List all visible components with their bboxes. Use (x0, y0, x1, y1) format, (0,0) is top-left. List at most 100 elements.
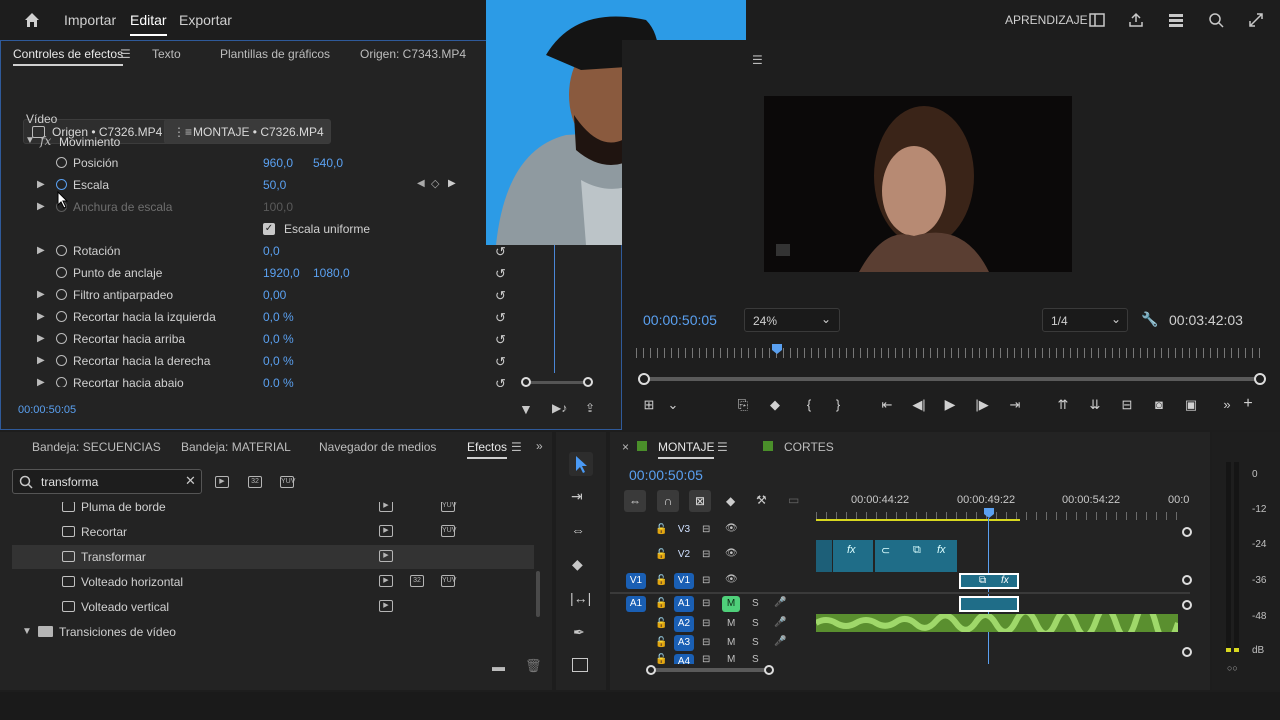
source-patch-a1[interactable]: A1 (626, 596, 646, 612)
lift-clip-icon[interactable]: ⇈ (1054, 397, 1072, 413)
param-value[interactable]: 0,0 % (263, 332, 294, 346)
reset-icon[interactable]: ↺ (495, 244, 506, 260)
tab-bin-material[interactable]: Bandeja: MATERIAL (181, 440, 291, 454)
timeline-zoom-bar[interactable] (646, 665, 776, 675)
lock-icon[interactable]: 🔓 (655, 575, 667, 586)
safe-margins-icon[interactable]: ⊞ (640, 397, 658, 413)
param-value-x[interactable]: 960,0 (263, 156, 293, 170)
reset-icon[interactable]: ↺ (495, 288, 506, 304)
fullscreen-icon[interactable] (1246, 10, 1266, 30)
chevron-right-icon[interactable]: ▶ (37, 377, 47, 387)
sync-lock-icon[interactable]: ⊟ (702, 524, 710, 535)
mute-a4-button[interactable]: M (727, 654, 735, 664)
source-patch-v1[interactable]: V1 (626, 573, 646, 589)
panel-menu-icon[interactable]: ☰ (717, 440, 728, 454)
zoom-handle-right[interactable] (1254, 373, 1266, 385)
keyframe-zoom-scrollbar[interactable] (521, 377, 593, 387)
new-folder-icon[interactable]: ▬ (492, 659, 505, 674)
tab-effect-controls[interactable]: Controles de efectos (13, 47, 124, 66)
audio-scroll-handle[interactable] (1182, 600, 1192, 610)
pen-icon[interactable]: ✒ (573, 624, 585, 641)
panel-menu-icon[interactable]: ☰ (511, 440, 522, 454)
32bit-effects-icon[interactable]: 32 (248, 476, 262, 488)
zoom-handle-right[interactable] (764, 665, 774, 675)
tab-source[interactable]: Origen: C7343.MP4 (360, 47, 466, 61)
eye-icon[interactable]: 👁 (725, 574, 738, 585)
stopwatch-icon[interactable] (56, 157, 67, 168)
list-item[interactable]: Volteado vertical ▶ (12, 595, 534, 619)
track-v3-label[interactable]: V3 (674, 522, 694, 538)
lock-icon[interactable]: 🔓 (655, 637, 667, 648)
stopwatch-icon[interactable] (56, 245, 67, 256)
effects-search-input[interactable]: transforma ✕ (12, 469, 202, 494)
nest-toggle-icon[interactable]: ⇔ (624, 490, 646, 512)
resolution-select[interactable]: 1/4 ⌄ (1042, 308, 1128, 332)
extract-icon[interactable]: ⇊ (1086, 397, 1104, 413)
play-audio-icon[interactable]: ▶♪ (552, 401, 567, 415)
program-zoom-bar[interactable] (638, 373, 1266, 385)
reset-icon[interactable]: ↺ (495, 376, 506, 387)
lock-icon[interactable]: 🔓 (655, 654, 667, 664)
tab-montaje[interactable]: MONTAJE (658, 440, 715, 459)
chevron-down-icon[interactable]: ▼ (25, 135, 35, 146)
program-timecode[interactable]: 00:00:50:05 (643, 312, 717, 328)
param-value-x[interactable]: 1920,0 (263, 266, 300, 280)
param-value-y[interactable]: 1080,0 (313, 266, 350, 280)
snap-icon[interactable]: ∩ (657, 490, 679, 512)
stopwatch-icon[interactable] (56, 267, 67, 278)
eye-icon[interactable]: 👁 (725, 548, 738, 559)
param-value[interactable]: 0,0 % (263, 310, 294, 324)
list-item[interactable]: Volteado horizontal ▶ 32 YUV (12, 570, 534, 594)
razor-icon[interactable]: ◆ (572, 556, 583, 573)
mark-in-icon[interactable]: { (800, 397, 818, 412)
track-a4-label[interactable]: A4 (674, 654, 694, 664)
tab-effects[interactable]: Efectos (467, 440, 508, 459)
eye-icon[interactable]: 👁 (725, 523, 738, 534)
nav-exportar[interactable]: Exportar (179, 12, 232, 28)
mark-out-icon[interactable]: } (829, 397, 847, 412)
solo-meters-icon[interactable]: ○○ (1227, 663, 1238, 673)
clip-v2[interactable] (816, 540, 832, 572)
track-a2-label[interactable]: A2 (674, 616, 694, 632)
linked-selection-icon[interactable]: ⊠ (689, 490, 711, 512)
solo-a2-button[interactable]: S (752, 618, 759, 629)
list-scrollbar[interactable] (536, 571, 540, 617)
mic-icon[interactable]: 🎤 (774, 636, 786, 647)
mic-icon[interactable]: 🎤 (774, 617, 786, 628)
wrench-icon[interactable]: 🔧 (1141, 311, 1158, 328)
search-icon[interactable] (1206, 10, 1226, 30)
mute-a1-button[interactable]: M (722, 596, 740, 612)
param-value[interactable]: 0,00 (263, 288, 286, 302)
chevron-right-icon[interactable]: ▶ (37, 289, 47, 300)
solo-a3-button[interactable]: S (752, 637, 759, 648)
clip-a1-selected[interactable] (959, 596, 1019, 612)
clear-search-icon[interactable]: ✕ (185, 473, 196, 489)
go-to-out-icon[interactable]: ⇥ (1006, 397, 1024, 413)
track-a3-label[interactable]: A3 (674, 635, 694, 651)
chevron-right-icon[interactable]: ▶ (37, 245, 47, 256)
chevron-right-icon[interactable]: ▶ (37, 311, 47, 322)
audio-scroll-handle[interactable] (1182, 647, 1192, 657)
chevron-down-icon[interactable]: ⌄ (664, 397, 682, 413)
program-time-ruler[interactable] (636, 348, 1266, 358)
go-to-in-icon[interactable]: ⇤ (878, 397, 896, 413)
sync-lock-icon[interactable]: ⊟ (702, 598, 710, 609)
multicam-icon[interactable]: ▣ (1182, 397, 1200, 413)
uniform-scale-checkbox[interactable]: ✓ (263, 223, 275, 235)
timeline-timecode[interactable]: 00:00:50:05 (629, 467, 703, 483)
lock-icon[interactable]: 🔓 (655, 598, 667, 609)
reset-icon[interactable]: ↺ (495, 354, 506, 370)
ripple-edit-icon[interactable]: ⇔ (571, 522, 585, 538)
close-tab-icon[interactable]: × (622, 440, 629, 454)
chevron-down-icon[interactable]: ▼ (22, 626, 32, 637)
param-value[interactable]: 50,0 (263, 178, 286, 192)
clip-a2-audio[interactable] (814, 601, 1181, 646)
slip-icon[interactable]: |↔| (570, 590, 591, 606)
param-value[interactable]: 0,0 % (263, 354, 294, 368)
lift-icon[interactable]: ⎘ (734, 397, 752, 413)
compare-view-icon[interactable]: ⊟ (1118, 397, 1136, 413)
next-keyframe-icon[interactable]: ▶ (448, 178, 456, 189)
track-v1-label[interactable]: V1 (674, 573, 694, 589)
fx-icon[interactable]: fx (40, 134, 51, 148)
video-audio-divider[interactable] (610, 592, 1190, 594)
